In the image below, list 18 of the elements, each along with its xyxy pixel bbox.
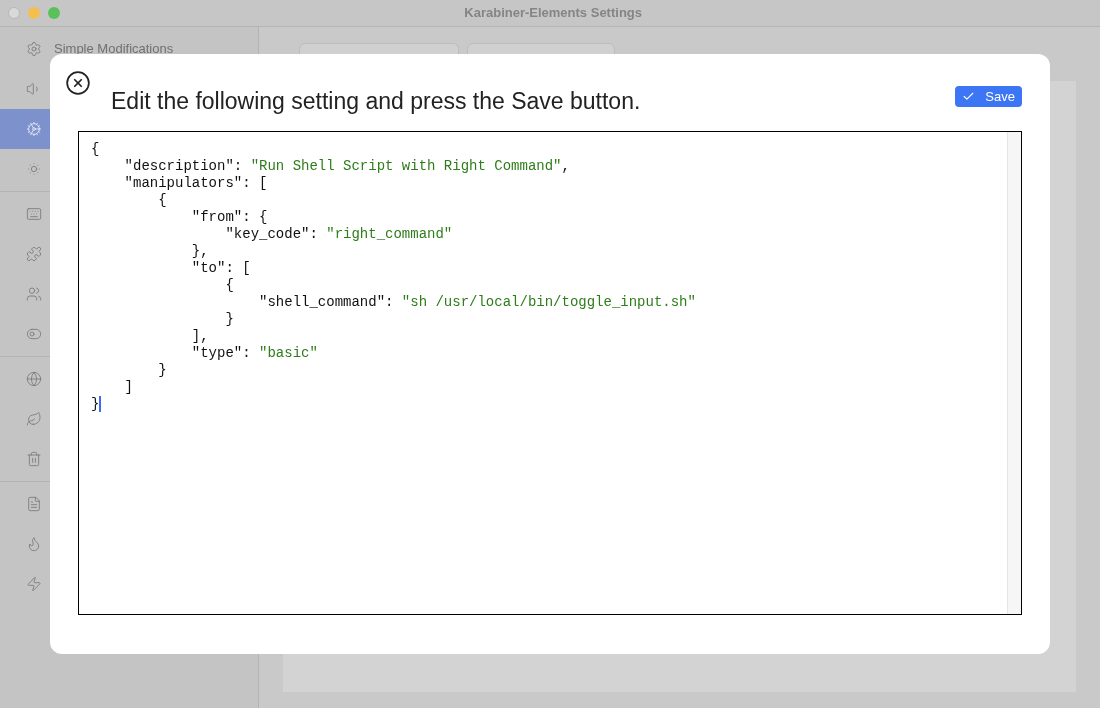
code-line: } <box>224 310 234 328</box>
code-line: { <box>224 276 234 294</box>
code-line: }, <box>190 242 209 260</box>
code-line: "shell_command": "sh /usr/local/bin/toggle_input.sh" <box>258 293 696 311</box>
code-line: } <box>91 395 102 413</box>
code-line: "description": "Run Shell Script with Right Command", <box>123 157 570 175</box>
code-line: ] <box>123 378 133 396</box>
code-line: "to": [ <box>190 259 251 277</box>
window-title: Karabiner-Elements Settings <box>464 4 642 23</box>
code-line: } <box>157 361 167 379</box>
code-line: { <box>91 140 100 158</box>
code-line: "from": { <box>190 208 268 226</box>
code-line: "key_code": "right_command" <box>224 225 453 243</box>
dialog-heading: Edit the following setting and press the Save button. <box>111 87 641 116</box>
code-line: "manipulators": [ <box>123 174 268 192</box>
code-line: { <box>157 191 167 209</box>
code-line: ], <box>190 327 209 345</box>
code-line: "type": "basic" <box>190 344 318 362</box>
